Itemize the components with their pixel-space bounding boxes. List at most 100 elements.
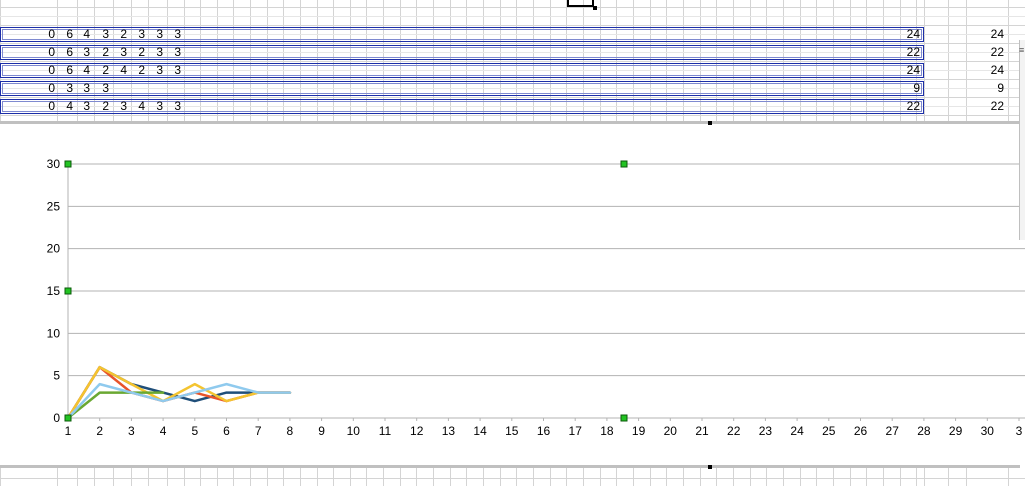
table-cell[interactable]: 4 bbox=[76, 26, 90, 42]
row-total-cell[interactable]: 9 bbox=[880, 80, 920, 96]
y-tick-label: 0 bbox=[53, 411, 60, 425]
selection-handle[interactable] bbox=[64, 287, 72, 295]
selection-handle[interactable] bbox=[620, 414, 628, 422]
x-tick-label: 1 bbox=[65, 424, 72, 438]
table-cell[interactable]: 3 bbox=[76, 80, 90, 96]
table-cell[interactable]: 4 bbox=[113, 62, 127, 78]
row-sum-cell[interactable]: 22 bbox=[964, 98, 1004, 114]
x-tick-label: 14 bbox=[473, 424, 487, 438]
row-sum-cell[interactable]: 24 bbox=[964, 26, 1004, 42]
row-sum-cell[interactable]: 24 bbox=[964, 62, 1004, 78]
x-tick-label: 10 bbox=[347, 424, 361, 438]
table-cell[interactable] bbox=[131, 80, 145, 96]
x-tick-label: 3 bbox=[128, 424, 135, 438]
x-tick-label: 22 bbox=[727, 424, 741, 438]
chart-canvas: 0510152025301 2 3 4 5 6 7 8 9 10 11 12 13 14 15 16 17 18 1… bbox=[47, 157, 1025, 438]
y-tick-label: 10 bbox=[47, 326, 61, 340]
table-cell[interactable] bbox=[167, 80, 181, 96]
table-cell[interactable]: 0 bbox=[41, 80, 55, 96]
active-cell-cursor[interactable] bbox=[567, 0, 594, 7]
x-tick-label: 27 bbox=[886, 424, 900, 438]
table-cell[interactable]: 3 bbox=[76, 44, 90, 60]
table-cell[interactable]: 2 bbox=[95, 62, 109, 78]
y-tick-label: 5 bbox=[53, 369, 60, 383]
table-cell[interactable]: 4 bbox=[76, 62, 90, 78]
table-cell[interactable]: 2 bbox=[113, 26, 127, 42]
x-tick-label: 13 bbox=[442, 424, 456, 438]
table-cell[interactable]: 3 bbox=[95, 80, 109, 96]
table-cell[interactable]: 3 bbox=[131, 26, 145, 42]
x-tick-label: 19 bbox=[632, 424, 646, 438]
chart-top-resize-handle[interactable] bbox=[708, 121, 712, 125]
chart-top-border bbox=[0, 121, 1020, 124]
x-tick-label: 23 bbox=[759, 424, 773, 438]
table-cell[interactable]: 3 bbox=[167, 26, 181, 42]
table-cell[interactable]: 3 bbox=[149, 62, 163, 78]
row-sum-cell[interactable]: 22 bbox=[964, 44, 1004, 60]
table-cell[interactable]: 3 bbox=[59, 80, 73, 96]
table-cell[interactable]: 3 bbox=[167, 44, 181, 60]
y-tick-label: 25 bbox=[47, 199, 61, 213]
x-tick-label: 3 bbox=[1016, 424, 1023, 438]
x-tick-label: 6 bbox=[223, 424, 230, 438]
x-tick-label: 30 bbox=[981, 424, 995, 438]
line-chart[interactable]: 0 5 10 15 20 25 30 1 2 3 4 5 6 7 8 9 10 11 12 13 14 15 16 17 18 1… bbox=[0, 126, 1025, 464]
selection-handle[interactable] bbox=[64, 414, 72, 422]
row-total-cell[interactable]: 22 bbox=[880, 98, 920, 114]
x-tick-label: 17 bbox=[569, 424, 583, 438]
table-cell[interactable]: 3 bbox=[113, 44, 127, 60]
table-cell[interactable]: 2 bbox=[131, 44, 145, 60]
table-cell[interactable]: 6 bbox=[59, 44, 73, 60]
cell-fill-handle[interactable] bbox=[593, 6, 597, 10]
row-total-cell[interactable]: 22 bbox=[880, 44, 920, 60]
x-tick-label: 21 bbox=[695, 424, 709, 438]
table-cell[interactable]: 3 bbox=[167, 98, 181, 114]
selection-handle[interactable] bbox=[64, 160, 72, 168]
table-cell[interactable]: 4 bbox=[131, 98, 145, 114]
table-cell[interactable]: 0 bbox=[41, 98, 55, 114]
selection-handle[interactable] bbox=[620, 160, 628, 168]
table-cell[interactable]: 2 bbox=[95, 44, 109, 60]
row-total-cell[interactable]: 24 bbox=[880, 26, 920, 42]
row-sum-cell[interactable]: 9 bbox=[964, 80, 1004, 96]
x-tick-label: 28 bbox=[917, 424, 931, 438]
x-tick-label: 4 bbox=[160, 424, 167, 438]
series-line-5[interactable] bbox=[66, 382, 292, 420]
x-tick-label: 15 bbox=[505, 424, 519, 438]
y-tick-label: 30 bbox=[47, 157, 61, 171]
x-tick-label: 8 bbox=[287, 424, 294, 438]
table-cell[interactable]: 3 bbox=[167, 62, 181, 78]
x-tick-label: 9 bbox=[318, 424, 325, 438]
table-cell[interactable]: 0 bbox=[41, 62, 55, 78]
table-cell[interactable]: 4 bbox=[59, 98, 73, 114]
spreadsheet-window: 0 6 4 3 2 3 3 3 24 24 0 6 3 2 3 2 3 3 22 22 0 6 4 2 4 2 3 3 24 24 0 3 3 3… bbox=[0, 0, 1025, 486]
x-tick-label: 18 bbox=[600, 424, 614, 438]
vertical-scrollbar[interactable] bbox=[1019, 40, 1025, 240]
table-cell[interactable]: 0 bbox=[41, 44, 55, 60]
x-tick-label: 11 bbox=[379, 424, 392, 438]
table-cell[interactable] bbox=[113, 80, 127, 96]
table-cell[interactable]: 0 bbox=[41, 26, 55, 42]
table-cell[interactable]: 3 bbox=[149, 98, 163, 114]
table-cell[interactable]: 3 bbox=[95, 26, 109, 42]
table-cell[interactable]: 6 bbox=[59, 62, 73, 78]
x-tick-label: 20 bbox=[664, 424, 678, 438]
scroll-arrow-icon[interactable]: ≡ bbox=[1019, 46, 1024, 55]
table-cell[interactable]: 3 bbox=[149, 26, 163, 42]
chart-bottom-border bbox=[0, 465, 1020, 468]
x-tick-label: 29 bbox=[949, 424, 963, 438]
table-cell[interactable]: 3 bbox=[149, 44, 163, 60]
x-tick-label: 25 bbox=[822, 424, 836, 438]
x-tick-label: 26 bbox=[854, 424, 868, 438]
x-tick-label: 12 bbox=[410, 424, 424, 438]
table-cell[interactable]: 2 bbox=[95, 98, 109, 114]
x-tick-label: 16 bbox=[537, 424, 551, 438]
table-cell[interactable]: 2 bbox=[131, 62, 145, 78]
x-tick-label: 5 bbox=[191, 424, 198, 438]
table-cell[interactable]: 3 bbox=[113, 98, 127, 114]
row-total-cell[interactable]: 24 bbox=[880, 62, 920, 78]
chart-bottom-resize-handle[interactable] bbox=[708, 465, 712, 469]
table-cell[interactable] bbox=[149, 80, 163, 96]
table-cell[interactable]: 3 bbox=[76, 98, 90, 114]
table-cell[interactable]: 6 bbox=[59, 26, 73, 42]
